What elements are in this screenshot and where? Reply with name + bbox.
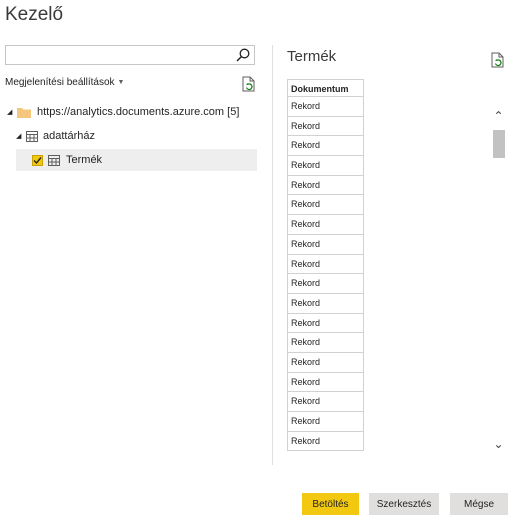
preview-title: Termék xyxy=(287,48,337,65)
vertical-scrollbar[interactable]: ⌃ ⌄ xyxy=(492,98,505,458)
search-input[interactable] xyxy=(6,47,234,65)
refresh-file-icon[interactable] xyxy=(242,76,256,92)
scrollbar-thumb[interactable] xyxy=(493,130,505,158)
tree-item-source[interactable]: ◢ https://analytics.documents.azure.com … xyxy=(7,101,239,123)
grid-cell[interactable]: Rekord xyxy=(288,314,363,334)
grid-cell[interactable]: Rekord xyxy=(288,97,363,117)
grid-cell[interactable]: Rekord xyxy=(288,117,363,137)
grid-cell[interactable]: Rekord xyxy=(288,274,363,294)
table-icon xyxy=(26,130,38,142)
grid-cell[interactable]: Rekord xyxy=(288,235,363,255)
display-settings-label: Megjelenítési beállítások xyxy=(5,77,115,88)
grid-cell[interactable]: Rekord xyxy=(288,176,363,196)
grid-cell[interactable]: Rekord xyxy=(288,432,363,452)
cancel-button[interactable]: Mégse xyxy=(450,493,508,515)
table-icon xyxy=(48,154,60,166)
grid-cell[interactable]: Rekord xyxy=(288,195,363,216)
grid-cell[interactable]: Rekord xyxy=(288,294,363,314)
grid-body: Rekord Rekord Rekord Rekord Rekord Rekord Reko… xyxy=(288,97,363,452)
tree-item-database[interactable]: ◢ adattárház xyxy=(16,125,95,147)
collapse-arrow-icon[interactable]: ◢ xyxy=(7,108,17,116)
grid-cell[interactable]: Rekord xyxy=(288,215,363,235)
dialog-title: Kezelő xyxy=(5,4,64,25)
chevron-down-icon[interactable]: ⌄ xyxy=(492,438,505,450)
preview-grid: Dokumentum Rekord Rekord Rekord Rekord Rekor… xyxy=(287,79,364,452)
grid-cell[interactable]: Rekord xyxy=(288,353,363,373)
display-settings-dropdown[interactable]: Megjelenítési beállítások ▼ xyxy=(5,77,124,88)
search-icon[interactable] xyxy=(235,47,251,63)
refresh-preview-icon[interactable] xyxy=(491,52,505,68)
panel-divider xyxy=(272,45,273,465)
tree-item-database-label: adattárház xyxy=(43,130,95,142)
tree-item-table[interactable]: Termék xyxy=(16,149,257,171)
collapse-arrow-icon[interactable]: ◢ xyxy=(16,132,26,140)
table-checkbox[interactable] xyxy=(32,154,43,166)
folder-icon xyxy=(17,107,31,118)
grid-cell[interactable]: Rekord xyxy=(288,392,363,412)
tree-item-table-label: Termék xyxy=(66,154,103,166)
chevron-up-icon[interactable]: ⌃ xyxy=(492,110,505,122)
grid-cell[interactable]: Rekord xyxy=(288,255,363,275)
checkmark-icon xyxy=(33,156,42,164)
grid-cell[interactable]: Rekord xyxy=(288,333,363,353)
chevron-down-icon: ▼ xyxy=(117,79,125,86)
column-header[interactable]: Dokumentum xyxy=(288,79,363,97)
grid-cell[interactable]: Rekord xyxy=(288,412,363,432)
edit-button[interactable]: Szerkesztés xyxy=(369,493,439,515)
grid-cell[interactable]: Rekord xyxy=(288,373,363,393)
tree-item-source-label: https://analytics.documents.azure.com [5… xyxy=(37,106,240,118)
grid-cell[interactable]: Rekord xyxy=(288,156,363,176)
grid-cell[interactable]: Rekord xyxy=(288,136,363,157)
load-button[interactable]: Betöltés xyxy=(302,493,359,515)
search-field[interactable] xyxy=(5,45,255,65)
